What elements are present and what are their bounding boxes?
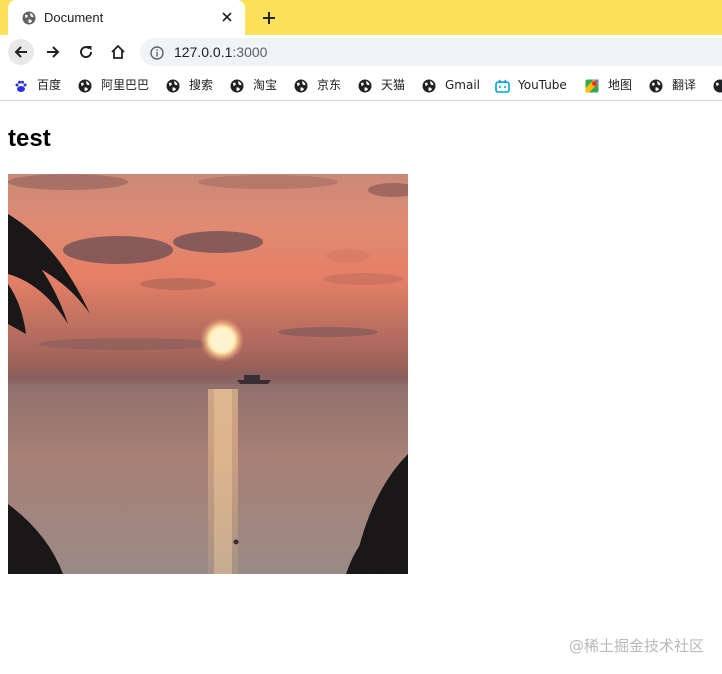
new-tab-button[interactable] — [258, 7, 280, 29]
reload-button[interactable] — [73, 39, 99, 65]
close-icon[interactable] — [219, 9, 235, 25]
bookmark-jd[interactable]: 京东 — [294, 76, 341, 94]
back-button[interactable] — [8, 39, 34, 65]
tab-title: Document — [44, 10, 104, 25]
watermark: @稀土掘金技术社区 — [568, 637, 704, 655]
forward-button[interactable] — [40, 39, 66, 65]
globe-icon — [78, 78, 92, 93]
home-button[interactable] — [105, 39, 131, 65]
globe-icon — [294, 78, 308, 93]
bookmarks-bar: 百度 阿里巴巴 搜索 淘宝 京东 天猫 Gmail YouTube 地图 翻译 — [0, 69, 722, 101]
home-icon — [111, 44, 125, 59]
arrow-right-icon — [47, 46, 60, 58]
bookmark-label: 翻译 — [672, 78, 697, 92]
maps-pin-icon — [585, 78, 599, 93]
bookmark-label: Gmail — [445, 78, 481, 92]
bookmark-youtube[interactable]: YouTube — [495, 76, 567, 94]
globe-icon — [22, 10, 36, 25]
bookmark-baidu[interactable]: 百度 — [14, 76, 61, 94]
bookmark-label: YouTube — [518, 78, 567, 92]
page-heading: test — [8, 125, 51, 152]
bookmark-label: 天猫 — [381, 78, 406, 92]
bookmark-label: 淘宝 — [253, 78, 278, 92]
url-port: :3000 — [232, 44, 268, 60]
bookmark-maps[interactable]: 地图 — [585, 76, 632, 94]
bookmark-overflow[interactable] — [713, 76, 722, 94]
tab-document[interactable]: Document — [8, 0, 245, 35]
bookmark-gmail[interactable]: Gmail — [422, 76, 480, 94]
bookmark-alibaba[interactable]: 阿里巴巴 — [78, 76, 149, 94]
info-icon[interactable] — [150, 45, 164, 60]
bookmark-label: 京东 — [317, 78, 342, 92]
globe-icon — [422, 78, 436, 93]
bookmark-search[interactable]: 搜索 — [166, 76, 213, 94]
bookmark-taobao[interactable]: 淘宝 — [230, 76, 277, 94]
url-text[interactable]: 127.0.0.1:3000 — [174, 44, 267, 60]
bookmark-translate[interactable]: 翻译 — [649, 76, 696, 94]
bookmark-label: 搜索 — [189, 78, 214, 92]
address-bar[interactable]: 127.0.0.1:3000 — [140, 38, 722, 66]
arrow-left-icon — [14, 46, 27, 58]
baidu-paw-icon — [14, 78, 28, 92]
tab-strip: Document — [0, 0, 722, 35]
plus-icon — [263, 12, 275, 24]
globe-icon — [358, 78, 372, 93]
bookmark-label: 阿里巴巴 — [101, 78, 150, 92]
bilibili-tv-icon — [495, 78, 510, 93]
globe-icon — [713, 78, 722, 93]
browser-toolbar: 127.0.0.1:3000 — [0, 35, 722, 69]
globe-icon — [649, 78, 663, 93]
bookmark-label: 百度 — [37, 78, 62, 92]
bookmark-tmall[interactable]: 天猫 — [358, 76, 405, 94]
bookmark-label: 地图 — [608, 78, 633, 92]
reload-icon — [80, 46, 93, 59]
globe-icon — [230, 78, 244, 93]
sunset-photo — [8, 174, 408, 574]
globe-icon — [166, 78, 180, 93]
url-host: 127.0.0.1 — [174, 44, 233, 60]
